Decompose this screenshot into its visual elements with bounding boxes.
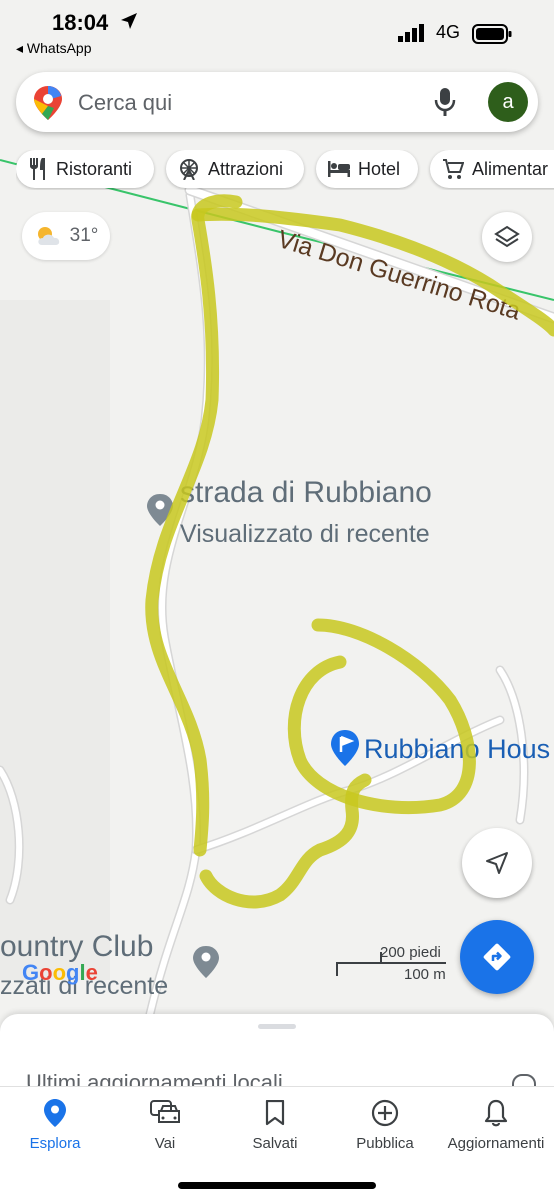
nav-salvati[interactable]: Salvati (220, 1099, 330, 1152)
chip-label: Ristoranti (56, 158, 133, 179)
search-bar[interactable]: Cerca qui a (16, 72, 538, 132)
hotel-icon (328, 161, 350, 177)
chip-ristoranti[interactable]: Ristoranti (16, 150, 154, 188)
nav-pubblica[interactable]: Pubblica (330, 1099, 440, 1152)
weather-temp: 31° (69, 225, 99, 246)
clock: 18:04 (52, 10, 109, 35)
plus-circle-icon (330, 1099, 440, 1127)
place-name-2[interactable]: Rubbiano Hous (364, 734, 550, 764)
google-logo: Google (22, 960, 98, 985)
status-bar: 18:04 ◂ WhatsApp 4G (0, 0, 554, 62)
layers-icon (494, 224, 520, 250)
chip-attrazioni[interactable]: Attrazioni (166, 150, 304, 188)
car-icon (110, 1099, 220, 1127)
chip-label: Attrazioni (208, 158, 284, 179)
pin-icon (0, 1099, 110, 1127)
place-name[interactable]: strada di Rubbiano (180, 476, 432, 509)
network-label: 4G (436, 22, 461, 42)
chip-alimentari[interactable]: Alimentar (430, 150, 554, 188)
directions-button[interactable] (460, 920, 534, 994)
cart-icon (442, 158, 464, 180)
navigation-arrow-icon (485, 851, 509, 875)
layers-button[interactable] (482, 212, 532, 262)
map-scale: 200 piedi 100 m (336, 944, 448, 984)
nav-label: Vai (154, 1135, 176, 1152)
avatar[interactable]: a (488, 82, 528, 122)
chip-hotel[interactable]: Hotel (316, 150, 418, 188)
location-arrow-icon (120, 12, 138, 35)
nav-label: Aggiornamenti (447, 1135, 545, 1152)
home-indicator[interactable] (178, 1182, 376, 1189)
back-to-app-link[interactable]: ◂ WhatsApp (16, 40, 92, 57)
scale-meters: 100 m (404, 966, 446, 983)
nav-vai[interactable]: Vai (110, 1099, 220, 1152)
category-chips: Ristoranti Attrazioni Hotel Alimentar (16, 150, 554, 190)
bookmark-icon (220, 1099, 330, 1127)
mic-icon[interactable] (434, 88, 456, 121)
bell-icon (440, 1099, 552, 1127)
partly-cloudy-icon (34, 225, 64, 247)
maps-logo-icon (34, 86, 62, 125)
place-subtitle: Visualizzato di recente (180, 520, 430, 548)
chip-label: Hotel (358, 158, 401, 179)
bottom-sheet[interactable]: Ultimi aggiornamenti locali (0, 1014, 554, 1094)
my-location-button[interactable] (462, 828, 532, 898)
search-input[interactable]: Cerca qui (78, 90, 172, 116)
nav-label: Pubblica (356, 1135, 414, 1152)
weather-badge[interactable]: 31° (22, 212, 110, 260)
attraction-icon (178, 158, 200, 180)
place-name-3[interactable]: ountry Club (0, 930, 153, 963)
nav-aggiornamenti[interactable]: Aggiornamenti (440, 1099, 552, 1152)
nav-esplora[interactable]: Esplora (0, 1099, 110, 1152)
signal-icon (398, 24, 426, 47)
directions-icon (482, 942, 512, 972)
restaurant-icon (28, 158, 48, 180)
nav-label: Esplora (29, 1135, 81, 1152)
chip-label: Alimentar (472, 158, 549, 179)
nav-label: Salvati (252, 1135, 298, 1152)
scale-feet: 200 piedi (380, 944, 441, 961)
sheet-handle[interactable] (258, 1024, 296, 1029)
battery-icon (472, 24, 512, 49)
